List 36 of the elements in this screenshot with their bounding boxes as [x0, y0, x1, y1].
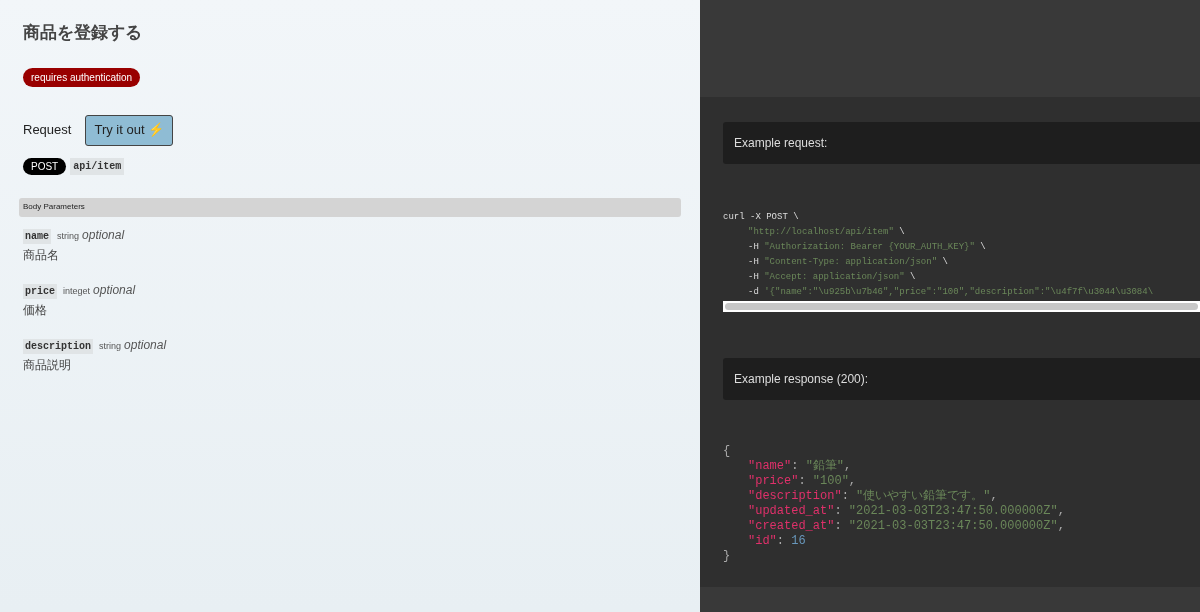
param-description: 価格 — [23, 301, 48, 319]
code-line: "id": 16 — [747, 534, 807, 549]
param-description: 商品説明 — [23, 356, 72, 374]
param-optional: optional — [93, 281, 136, 299]
param-optional: optional — [124, 336, 167, 354]
code-line: curl -X POST \ — [723, 211, 800, 224]
page-title: 商品を登録する — [23, 22, 142, 44]
section-header: Body Parameters — [19, 197, 681, 217]
code-line: "http://localhost/api/item" \ — [747, 226, 906, 239]
code-line: "created_at": "2021-03-03T23:47:50.000000Z", — [747, 519, 1066, 534]
code-line: "updated_at": "2021-03-03T23:47:50.000000Z", — [747, 504, 1066, 519]
example-header: Example response (200): — [723, 358, 1200, 400]
code-line: "description": "使いやすい鉛筆です。", — [747, 489, 999, 504]
code-line: -H "Authorization: Bearer {YOUR_AUTH_KEY}" \ — [747, 241, 987, 254]
code-line: -H "Accept: application/json" \ — [747, 271, 917, 284]
param-name: description — [23, 338, 93, 354]
param-type: string — [99, 339, 122, 353]
param-name: price — [23, 283, 57, 299]
code-line: "name": "鉛筆", — [747, 459, 853, 474]
code-line: -d '{"name":"\u925b\u7b46","price":"100","description":"\u4f7f\u3044\u3084\ — [747, 286, 1155, 299]
auth-badge: requires authentication — [23, 67, 141, 87]
param-name: name — [23, 228, 51, 244]
param-description: 商品名 — [23, 246, 60, 264]
horizontal-scrollbar[interactable] — [723, 301, 1200, 312]
code-line: } — [723, 549, 732, 564]
code-line: -H "Content-Type: application/json" \ — [747, 256, 949, 269]
code-line: "price": "100", — [747, 474, 858, 489]
param-type: string — [57, 229, 80, 243]
example-header: Example request: — [723, 122, 1200, 164]
try-it-out-button[interactable]: Try it out ⚡ — [85, 114, 174, 146]
code-line: { — [723, 444, 732, 459]
method-badge: POST — [23, 157, 67, 175]
endpoint-path: api/item — [70, 157, 125, 175]
request-label: Request — [23, 121, 72, 140]
param-type: integet — [63, 284, 91, 298]
param-optional: optional — [82, 226, 125, 244]
